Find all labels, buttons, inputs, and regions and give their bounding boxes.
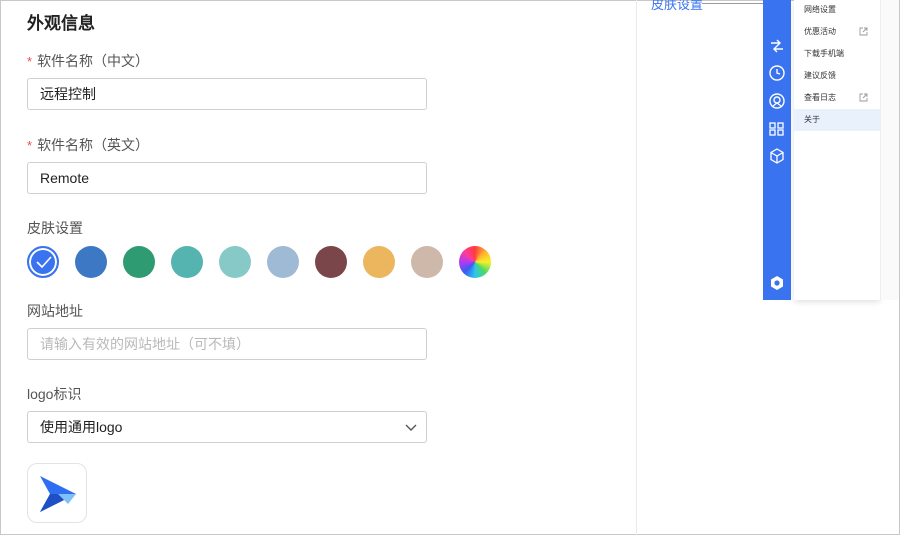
check-icon: [36, 256, 52, 268]
skin-swatch[interactable]: [219, 246, 251, 278]
skin-swatch[interactable]: [75, 246, 107, 278]
clock-icon[interactable]: [768, 64, 786, 82]
skin-swatch[interactable]: [27, 246, 59, 278]
preview-menu-gutter: [880, 0, 899, 300]
preview-menu: 网络设置优惠活动下载手机端建议反馈查看日志关于: [794, 0, 880, 300]
preview-menu-item-label: 关于: [804, 115, 820, 124]
name-cn-input[interactable]: [27, 78, 427, 110]
apps-grid-icon[interactable]: [768, 120, 786, 138]
required-mark: *: [27, 138, 33, 153]
preview-menu-item-label: 下载手机端: [804, 49, 844, 58]
preview-pointer-line: [702, 3, 764, 4]
skin-swatch[interactable]: [171, 246, 203, 278]
preview-skin-link[interactable]: 皮肤设置: [651, 0, 703, 13]
preview-sidebar: [763, 0, 791, 300]
app-logo-icon[interactable]: [768, 274, 786, 292]
panel-divider: [636, 0, 637, 535]
cube-icon[interactable]: [768, 147, 786, 165]
external-link-icon: [859, 93, 868, 102]
logo-preview: [27, 463, 87, 523]
logo-label: logo标识: [27, 386, 82, 402]
preview-menu-item[interactable]: 查看日志: [794, 87, 880, 109]
skin-swatch[interactable]: [267, 246, 299, 278]
preview-menu-item-label: 查看日志: [804, 93, 836, 102]
logo-select[interactable]: 使用通用logo: [27, 411, 427, 443]
name-en-label: * 软件名称（英文）: [27, 137, 150, 153]
skin-swatch[interactable]: [123, 246, 155, 278]
skin-swatch[interactable]: [315, 246, 347, 278]
name-en-input[interactable]: [27, 162, 427, 194]
name-cn-label: * 软件名称（中文）: [27, 53, 150, 69]
remote-logo-icon: [40, 476, 76, 512]
appearance-form: 外观信息 *软件名称（中文） *软件名称（英文） 皮肤设置 网站地址 logo标…: [0, 0, 636, 535]
webcam-icon[interactable]: [768, 92, 786, 110]
preview-menu-item-label: 优惠活动: [804, 27, 836, 36]
skin-swatch[interactable]: [459, 246, 491, 278]
section-title: 外观信息: [27, 14, 95, 33]
transfer-icon[interactable]: [768, 37, 786, 55]
logo-select-value: 使用通用logo: [40, 419, 123, 435]
external-link-icon: [859, 27, 868, 36]
preview-menu-item[interactable]: 关于: [794, 109, 880, 131]
required-mark: *: [27, 54, 33, 69]
website-input[interactable]: [27, 328, 427, 360]
website-label: 网站地址: [27, 303, 83, 319]
preview-menu-item-label: 建议反馈: [804, 71, 836, 80]
skin-label: 皮肤设置: [27, 220, 83, 236]
chevron-down-icon: [405, 424, 417, 431]
skin-swatch[interactable]: [363, 246, 395, 278]
preview-menu-item[interactable]: 建议反馈: [794, 65, 880, 87]
skin-swatch[interactable]: [411, 246, 443, 278]
preview-menu-item-label: 网络设置: [804, 5, 836, 14]
preview-menu-item[interactable]: 下载手机端: [794, 43, 880, 65]
preview-menu-item[interactable]: 优惠活动: [794, 21, 880, 43]
preview-menu-item[interactable]: 网络设置: [794, 0, 880, 21]
